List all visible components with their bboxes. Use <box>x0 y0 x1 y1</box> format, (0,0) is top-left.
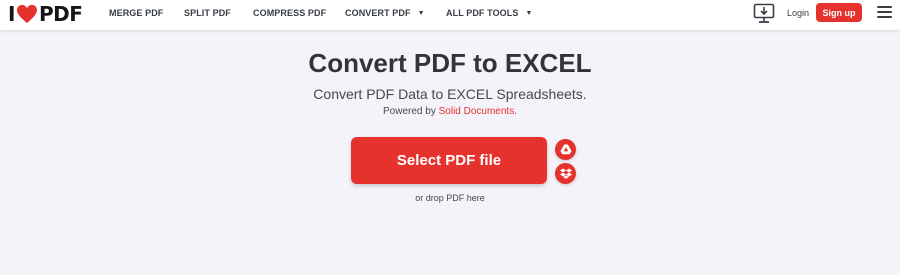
nav-merge-pdf[interactable]: MERGE PDF <box>109 8 163 18</box>
nav-convert-pdf-label: CONVERT PDF <box>345 8 411 18</box>
caret-down-icon: ▼ <box>417 10 425 17</box>
dropbox-icon <box>559 168 572 179</box>
desktop-download-icon[interactable] <box>753 3 775 24</box>
page-title: Convert PDF to EXCEL <box>308 48 592 78</box>
ilovepdf-logo[interactable]: I PDF <box>8 2 83 26</box>
drop-pdf-hint: or drop PDF here <box>415 193 485 203</box>
nav-all-pdf-tools-label: ALL PDF TOOLS <box>446 8 519 18</box>
top-navbar: I PDF MERGE PDF SPLIT PDF COMPRESS PDF C… <box>0 0 900 30</box>
select-pdf-file-button[interactable]: Select PDF file <box>351 137 547 184</box>
logo-letter-i: I <box>8 2 15 26</box>
powered-by-suffix: . <box>514 106 517 117</box>
caret-down-icon: ▼ <box>525 10 533 17</box>
solid-documents-link[interactable]: Solid Documents <box>439 106 515 117</box>
nav-all-pdf-tools[interactable]: ALL PDF TOOLS ▼ <box>446 8 533 18</box>
dropbox-button[interactable] <box>555 163 576 184</box>
nav-split-pdf[interactable]: SPLIT PDF <box>184 8 231 18</box>
logo-text-pdf: PDF <box>38 2 83 26</box>
nav-convert-pdf[interactable]: CONVERT PDF ▼ <box>345 8 425 18</box>
nav-compress-pdf[interactable]: COMPRESS PDF <box>253 8 326 18</box>
signup-button[interactable]: Sign up <box>816 3 862 22</box>
login-link[interactable]: Login <box>787 8 809 18</box>
google-drive-icon <box>560 144 571 155</box>
heart-icon <box>16 4 37 24</box>
google-drive-button[interactable] <box>555 139 576 160</box>
powered-by-prefix: Powered by <box>383 106 439 117</box>
page-subtitle: Convert PDF Data to EXCEL Spreadsheets. <box>313 86 587 102</box>
hamburger-menu-icon[interactable] <box>877 6 892 19</box>
powered-by-text: Powered by Solid Documents. <box>0 106 900 117</box>
